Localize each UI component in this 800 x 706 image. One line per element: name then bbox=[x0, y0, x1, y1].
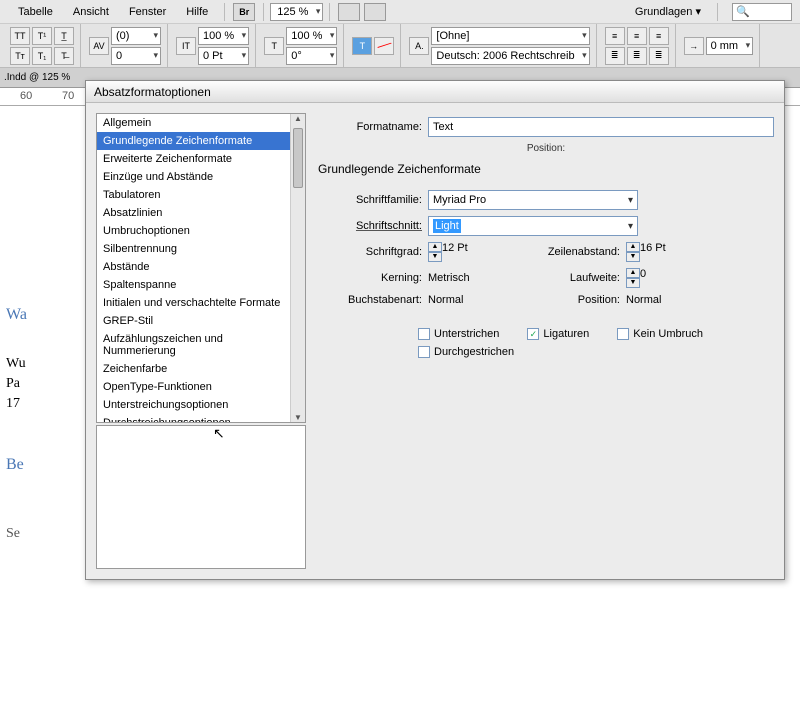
menubar: Tabelle Ansicht Fenster Hilfe Br 125 % G… bbox=[0, 0, 800, 24]
category-item[interactable]: Durchstreichungsoptionen bbox=[97, 414, 290, 422]
kerning-field[interactable]: (0) bbox=[111, 27, 161, 45]
canvas-text: Be bbox=[6, 456, 24, 474]
category-item[interactable]: Erweiterte Zeichenformate bbox=[97, 150, 290, 168]
font-family-select[interactable]: Myriad Pro bbox=[428, 190, 638, 210]
baseline-field[interactable]: 0 Pt bbox=[198, 47, 249, 65]
hscale-field[interactable]: 100 % bbox=[286, 27, 337, 45]
category-item[interactable]: Silbentrennung bbox=[97, 240, 290, 258]
category-item[interactable]: Allgemein bbox=[97, 114, 290, 132]
smallcaps-icon[interactable]: Tᴛ bbox=[10, 47, 30, 65]
control-toolbar: TTTᴛ T¹T₁ T̲T̶ AV (0) 0 IT 100 % 0 Pt T … bbox=[0, 24, 800, 68]
position-label: Position: bbox=[318, 143, 774, 154]
kerning-select[interactable]: Metrisch bbox=[428, 272, 514, 284]
canvas-text: Se bbox=[6, 526, 20, 542]
category-item[interactable]: GREP-Stil bbox=[97, 312, 290, 330]
category-scrollbar[interactable] bbox=[290, 114, 305, 422]
font-style-select[interactable]: Light bbox=[428, 216, 638, 236]
section-heading: Grundlegende Zeichenformate bbox=[318, 162, 774, 176]
justify-right-icon[interactable]: ≣ bbox=[649, 47, 669, 65]
category-item[interactable]: Umbruchoptionen bbox=[97, 222, 290, 240]
underline-checkbox[interactable]: Unterstrichen bbox=[418, 328, 499, 340]
form-panel: Formatname: Text Position: Grundlegende … bbox=[318, 113, 774, 569]
arrange-icon[interactable] bbox=[364, 3, 386, 21]
subscript-icon[interactable]: T₁ bbox=[32, 47, 52, 65]
dialog-title: Absatzformatoptionen bbox=[86, 81, 784, 103]
category-item[interactable]: Zeichenfarbe bbox=[97, 360, 290, 378]
canvas-text: Wu bbox=[6, 356, 26, 372]
fill-icon[interactable]: T bbox=[352, 37, 372, 55]
menu-ansicht[interactable]: Ansicht bbox=[63, 2, 119, 22]
category-item[interactable]: OpenType-Funktionen bbox=[97, 378, 290, 396]
category-item[interactable]: Einzüge und Abstände bbox=[97, 168, 290, 186]
strikethrough-checkbox[interactable]: Durchgestrichen bbox=[418, 346, 514, 358]
allcaps-icon[interactable]: TT bbox=[10, 27, 30, 45]
underline-icon[interactable]: T̲ bbox=[54, 27, 74, 45]
kerning-label: Kerning: bbox=[318, 272, 428, 284]
canvas-text: Wa bbox=[6, 306, 27, 324]
category-item[interactable]: Unterstreichungsoptionen bbox=[97, 396, 290, 414]
superscript-icon[interactable]: T¹ bbox=[32, 27, 52, 45]
align-center-icon[interactable]: ≡ bbox=[627, 27, 647, 45]
category-item[interactable]: Abstände bbox=[97, 258, 290, 276]
case-select[interactable]: Normal bbox=[428, 294, 514, 306]
indent-field[interactable]: 0 mm bbox=[706, 37, 754, 55]
canvas-text: 17 bbox=[6, 396, 20, 412]
leading-spinner[interactable]: ▲▼ 16 Pt bbox=[626, 242, 712, 262]
tracking-spinner[interactable]: ▲▼ 0 bbox=[626, 268, 712, 288]
stroke-icon[interactable]: ╱ bbox=[374, 37, 394, 55]
workspace-select[interactable]: Grundlagen ▾ bbox=[625, 1, 711, 22]
menu-tabelle[interactable]: Tabelle bbox=[8, 2, 63, 22]
case-label: Buchstabenart: bbox=[318, 294, 428, 306]
bridge-icon[interactable]: Br bbox=[233, 3, 255, 21]
category-item[interactable]: Grundlegende Zeichenformate bbox=[97, 132, 290, 150]
align-left-icon[interactable]: ≡ bbox=[605, 27, 625, 45]
formatname-input[interactable]: Text bbox=[428, 117, 774, 137]
font-size-label: Schriftgrad: bbox=[318, 246, 428, 258]
screen-mode-icon[interactable] bbox=[338, 3, 360, 21]
position-label2: Position: bbox=[530, 294, 626, 306]
nobreak-checkbox[interactable]: Kein Umbruch bbox=[617, 328, 703, 340]
justify-icon[interactable]: ≣ bbox=[605, 47, 625, 65]
font-family-label: Schriftfamilie: bbox=[318, 194, 428, 206]
menu-hilfe[interactable]: Hilfe bbox=[176, 2, 218, 22]
charstyle-icon: A. bbox=[409, 37, 429, 55]
position-select[interactable]: Normal bbox=[626, 294, 712, 306]
category-item[interactable]: Aufzählungszeichen und Nummerierung bbox=[97, 330, 290, 360]
kerning-icon: AV bbox=[89, 37, 109, 55]
indent-icon: → bbox=[684, 37, 704, 55]
dictionary-field[interactable]: Deutsch: 2006 Rechtschreib bbox=[431, 47, 589, 65]
menu-fenster[interactable]: Fenster bbox=[119, 2, 176, 22]
font-style-label: Schriftschnitt: bbox=[318, 220, 428, 232]
skew-field[interactable]: 0° bbox=[286, 47, 337, 65]
tracking-field[interactable]: 0 bbox=[111, 47, 161, 65]
search-input[interactable]: 🔍 bbox=[732, 3, 792, 21]
ligatures-checkbox[interactable]: ✓Ligaturen bbox=[527, 328, 589, 340]
category-item[interactable]: Tabulatoren bbox=[97, 186, 290, 204]
preview-box bbox=[96, 425, 306, 569]
strike-icon[interactable]: T̶ bbox=[54, 47, 74, 65]
category-item[interactable]: Spaltenspanne bbox=[97, 276, 290, 294]
hscale-icon: T bbox=[264, 37, 284, 55]
zoom-select[interactable]: 125 % bbox=[270, 3, 323, 21]
vscale-icon: IT bbox=[176, 37, 196, 55]
justify-center-icon[interactable]: ≣ bbox=[627, 47, 647, 65]
tracking-label: Laufweite: bbox=[530, 272, 626, 284]
leading-label: Zeilenabstand: bbox=[530, 246, 626, 258]
paragraph-style-dialog: Absatzformatoptionen AllgemeinGrundlegen… bbox=[85, 80, 785, 580]
category-item[interactable]: Initialen und verschachtelte Formate bbox=[97, 294, 290, 312]
align-right-icon[interactable]: ≡ bbox=[649, 27, 669, 45]
canvas-text: Pa bbox=[6, 376, 20, 392]
formatname-label: Formatname: bbox=[318, 121, 428, 133]
vscale-field[interactable]: 100 % bbox=[198, 27, 249, 45]
category-item[interactable]: Absatzlinien bbox=[97, 204, 290, 222]
charstyle-field[interactable]: [Ohne] bbox=[431, 27, 589, 45]
font-size-spinner[interactable]: ▲▼ 12 Pt bbox=[428, 242, 514, 262]
